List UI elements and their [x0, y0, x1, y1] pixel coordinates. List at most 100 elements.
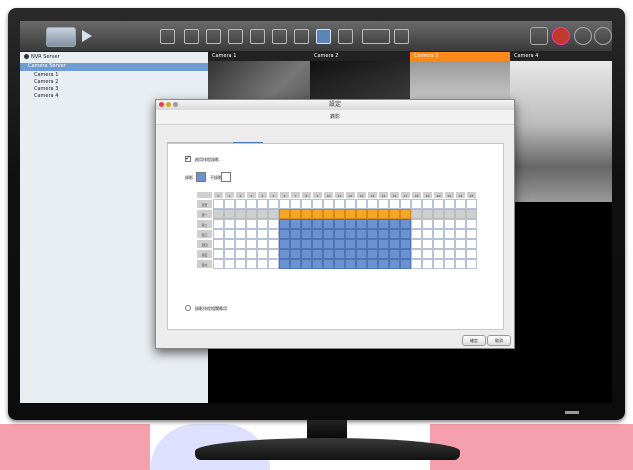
schedule-cell[interactable]: [235, 219, 246, 229]
grid-selected-icon[interactable]: [338, 29, 353, 44]
schedule-cell[interactable]: [246, 259, 257, 269]
schedule-cell[interactable]: [235, 259, 246, 269]
schedule-cell[interactable]: [334, 249, 345, 259]
schedule-cell[interactable]: [455, 229, 466, 239]
schedule-cell[interactable]: [433, 199, 444, 209]
schedule-cell[interactable]: [433, 249, 444, 259]
schedule-cell[interactable]: [466, 239, 477, 249]
schedule-cell[interactable]: [378, 249, 389, 259]
schedule-cell[interactable]: [224, 199, 235, 209]
schedule-cell[interactable]: [400, 199, 411, 209]
schedule-cell[interactable]: [257, 239, 268, 249]
schedule-cell[interactable]: [411, 209, 422, 219]
schedule-cell[interactable]: [433, 259, 444, 269]
schedule-cell[interactable]: [224, 229, 235, 239]
schedule-cell[interactable]: [455, 249, 466, 259]
schedule-cell[interactable]: [279, 259, 290, 269]
hour-header[interactable]: 12: [345, 191, 356, 199]
schedule-cell[interactable]: [466, 249, 477, 259]
schedule-cell[interactable]: [268, 219, 279, 229]
schedule-cell[interactable]: [235, 229, 246, 239]
tree-server[interactable]: Camera Server: [20, 63, 208, 71]
schedule-cell[interactable]: [268, 259, 279, 269]
schedule-cell[interactable]: [444, 229, 455, 239]
schedule-cell[interactable]: [334, 219, 345, 229]
schedule-cell[interactable]: [323, 219, 334, 229]
legend-off-swatch[interactable]: [221, 172, 231, 182]
cancel-button[interactable]: 取消: [487, 335, 511, 346]
schedule-cell[interactable]: [400, 219, 411, 229]
schedule-cell[interactable]: [356, 229, 367, 239]
day-header[interactable]: 週二: [196, 219, 213, 229]
schedule-cell[interactable]: [444, 249, 455, 259]
schedule-cell[interactable]: [301, 209, 312, 219]
hour-header[interactable]: 11: [334, 191, 345, 199]
camera-tile-4[interactable]: Camera 4: [510, 52, 612, 202]
schedule-cell[interactable]: [257, 209, 268, 219]
schedule-cell[interactable]: [367, 249, 378, 259]
schedule-cell[interactable]: [345, 229, 356, 239]
schedule-cell[interactable]: [224, 259, 235, 269]
info-icon[interactable]: [574, 27, 592, 45]
schedule-cell[interactable]: [312, 239, 323, 249]
schedule-cell[interactable]: [290, 239, 301, 249]
schedule-cell[interactable]: [312, 219, 323, 229]
schedule-cell[interactable]: [279, 229, 290, 239]
schedule-cell[interactable]: [422, 249, 433, 259]
schedule-cell[interactable]: [213, 239, 224, 249]
play-icon[interactable]: [80, 27, 94, 45]
schedule-cell[interactable]: [213, 259, 224, 269]
schedule-cell[interactable]: [455, 239, 466, 249]
schedule-cell[interactable]: [213, 249, 224, 259]
grid-2x2-icon[interactable]: [160, 29, 175, 44]
hour-header[interactable]: 16: [389, 191, 400, 199]
schedule-cell[interactable]: [356, 209, 367, 219]
hour-header[interactable]: 21: [444, 191, 455, 199]
schedule-cell[interactable]: [246, 209, 257, 219]
schedule-cell[interactable]: [323, 239, 334, 249]
hour-header[interactable]: 9: [312, 191, 323, 199]
schedule-corner[interactable]: [196, 191, 213, 199]
schedule-cell[interactable]: [433, 219, 444, 229]
schedule-cell[interactable]: [279, 199, 290, 209]
schedule-cell[interactable]: [367, 209, 378, 219]
hour-header[interactable]: 0: [213, 191, 224, 199]
grid-5x5-icon[interactable]: [228, 29, 243, 44]
schedule-cell[interactable]: [411, 259, 422, 269]
schedule-cell[interactable]: [235, 249, 246, 259]
schedule-cell[interactable]: [466, 259, 477, 269]
schedule-cell[interactable]: [301, 239, 312, 249]
schedule-cell[interactable]: [411, 249, 422, 259]
schedule-cell[interactable]: [455, 219, 466, 229]
schedule-cell[interactable]: [389, 209, 400, 219]
grid-1x1-icon[interactable]: [294, 29, 309, 44]
schedule-cell[interactable]: [257, 259, 268, 269]
schedule-cell[interactable]: [400, 259, 411, 269]
tree-camera-4[interactable]: Camera 4: [34, 93, 58, 101]
schedule-cell[interactable]: [444, 239, 455, 249]
schedule-cell[interactable]: [455, 199, 466, 209]
hour-header[interactable]: 19: [422, 191, 433, 199]
grid-3x3-icon[interactable]: [184, 29, 199, 44]
schedule-cell[interactable]: [323, 199, 334, 209]
schedule-cell[interactable]: [411, 199, 422, 209]
schedule-cell[interactable]: [389, 259, 400, 269]
day-header[interactable]: 週五: [196, 249, 213, 259]
schedule-cell[interactable]: [301, 199, 312, 209]
schedule-cell[interactable]: [301, 219, 312, 229]
schedule-cell[interactable]: [334, 259, 345, 269]
schedule-cell[interactable]: [312, 209, 323, 219]
schedule-cell[interactable]: [290, 209, 301, 219]
schedule-cell[interactable]: [389, 249, 400, 259]
ok-button[interactable]: 確定: [462, 335, 486, 346]
hour-header[interactable]: 14: [367, 191, 378, 199]
schedule-cell[interactable]: [323, 259, 334, 269]
schedule-cell[interactable]: [224, 249, 235, 259]
alert-icon[interactable]: [552, 27, 570, 45]
schedule-cell[interactable]: [246, 249, 257, 259]
schedule-cell[interactable]: [323, 249, 334, 259]
schedule-cell[interactable]: [422, 199, 433, 209]
schedule-cell[interactable]: [422, 209, 433, 219]
schedule-cell[interactable]: [301, 229, 312, 239]
record-icon[interactable]: [530, 27, 548, 45]
